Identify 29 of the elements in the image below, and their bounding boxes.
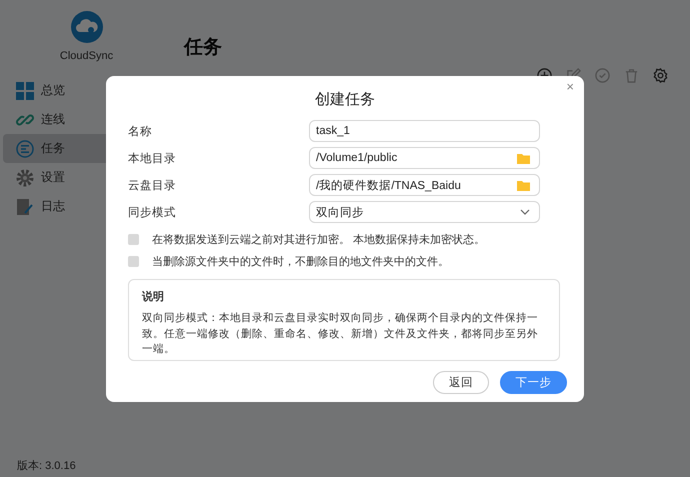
- name-field[interactable]: task_1: [309, 120, 540, 142]
- dialog-title: 创建任务: [314, 90, 376, 109]
- mode-dropdown[interactable]: 双向同步: [309, 201, 540, 223]
- list-icon: [16, 140, 34, 158]
- checkbox[interactable]: [128, 256, 139, 267]
- path-field[interactable]: /我的硬件数据/TNAS_Baidu: [309, 174, 540, 196]
- checkbox[interactable]: [128, 234, 139, 245]
- field-label: 同步模式: [128, 206, 177, 220]
- path-field[interactable]: /Volume1/public: [309, 147, 540, 169]
- grid-icon: [16, 82, 34, 100]
- folder-icon: [517, 180, 530, 190]
- note-text: 双向同步模式：本地目录和云盘目录实时双向同步，确保两个目录内的文件保持一致。任意一端修改（删除、重命名、修改、新增）文件及文件夹，都将同步至另外一端。: [142, 311, 539, 358]
- version-text: 版本: 3.0.16: [16, 459, 77, 474]
- sidebar-item[interactable]: 总览: [3, 76, 170, 105]
- page-title: 任务: [184, 36, 223, 60]
- document-icon: [16, 198, 34, 216]
- app-name: CloudSync: [60, 50, 114, 62]
- settings-icon[interactable]: [653, 68, 668, 83]
- next-button[interactable]: 下一步: [500, 371, 567, 394]
- field-label: 云盘目录: [128, 178, 177, 192]
- checkbox-label: 当删除源文件夹中的文件时，不删除目的地文件夹中的文件。: [152, 254, 449, 269]
- folder-icon: [517, 152, 530, 164]
- chevron-down-icon: [520, 209, 530, 215]
- cloud-logo-icon: [70, 10, 104, 44]
- gear-icon: [16, 168, 34, 186]
- checkbox-label: 在将数据发送到云端之前对其进行加密。 本地数据保持未加密状态。: [152, 232, 486, 247]
- close-button[interactable]: ×: [566, 79, 574, 94]
- note-title: 说明: [142, 290, 165, 304]
- back-button[interactable]: 返回: [433, 371, 489, 394]
